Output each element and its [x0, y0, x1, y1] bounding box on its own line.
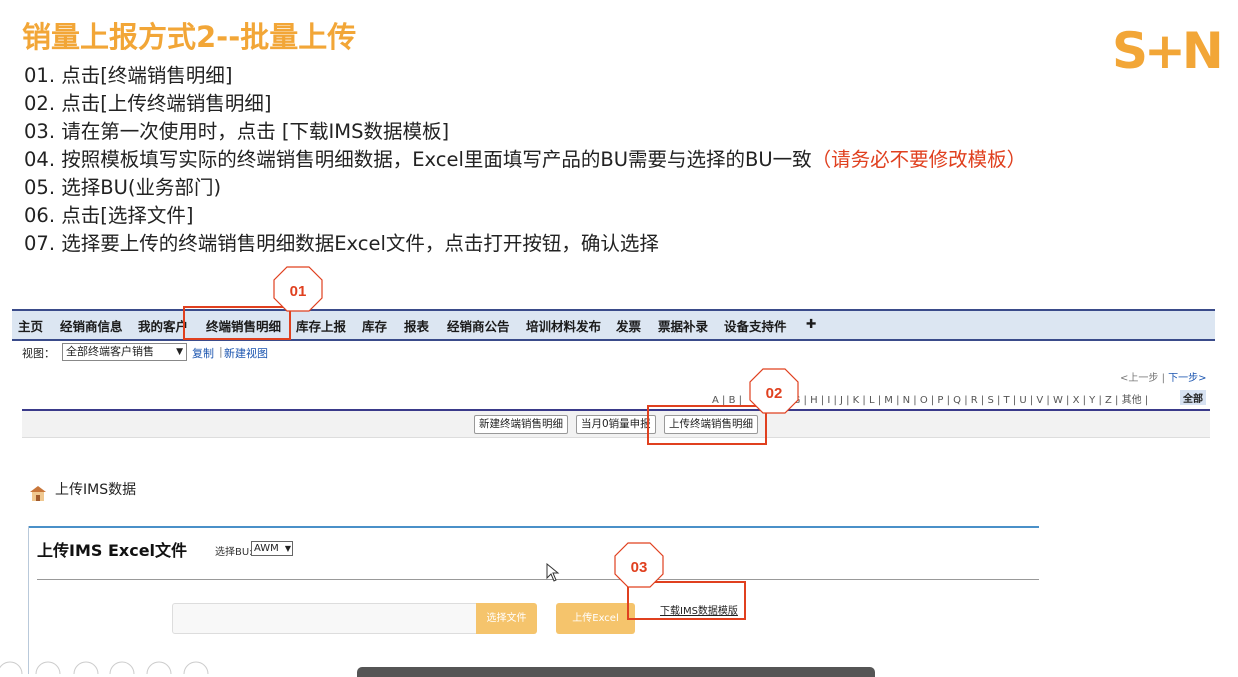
- step-6: 06. 点击[选择文件]: [24, 204, 194, 227]
- callout-03: 03: [614, 542, 664, 588]
- brand-logo: S+N: [1112, 22, 1224, 80]
- panel-left-border: [28, 526, 29, 674]
- nav-bill-supplement[interactable]: 票据补录: [658, 316, 708, 335]
- nav-inventory[interactable]: 库存: [362, 316, 387, 335]
- view-select[interactable]: 全部终端客户销售 ▼: [62, 343, 187, 361]
- nav-my-customers[interactable]: 我的客户: [138, 316, 188, 335]
- panel-top-border: [28, 526, 1039, 528]
- view-select-value: 全部终端客户销售: [66, 345, 154, 358]
- bu-select[interactable]: AWM ▼: [251, 541, 293, 556]
- pager-next[interactable]: 下一步>: [1168, 373, 1206, 384]
- nav-announcements[interactable]: 经销商公告: [447, 316, 510, 335]
- pager-prev[interactable]: <上一步: [1120, 373, 1158, 384]
- presentation-toolbar[interactable]: [0, 660, 215, 674]
- nav-reports[interactable]: 报表: [404, 316, 429, 335]
- nav-training-materials[interactable]: 培训材料发布: [526, 316, 601, 335]
- callout-03-label: 03: [631, 559, 648, 576]
- callout-02: 02: [749, 368, 799, 414]
- view-link-separator: |: [219, 345, 223, 358]
- alphabet-filter-all[interactable]: 全部: [1180, 390, 1206, 405]
- step-3: 03. 请在第一次使用时，点击 [下载IMS数据模板]: [24, 120, 450, 143]
- upload-excel-button[interactable]: 上传Excel: [556, 603, 635, 634]
- nav-add-tab-icon[interactable]: ✚: [806, 316, 816, 331]
- copy-view-link[interactable]: 复制: [192, 345, 214, 361]
- step-7: 07. 选择要上传的终端销售明细数据Excel文件，点击打开按钮，确认选择: [24, 232, 659, 255]
- upload-panel-title: 上传IMS Excel文件: [37, 541, 188, 560]
- chevron-down-icon: ▼: [176, 347, 183, 357]
- nav-inventory-report[interactable]: 库存上报: [296, 316, 346, 335]
- nav-equipment-parts[interactable]: 设备支持件: [724, 316, 787, 335]
- mouse-cursor-icon: [546, 563, 560, 582]
- callout-01-label: 01: [290, 283, 307, 300]
- bottom-overlay-bar: [357, 667, 875, 677]
- house-icon: [30, 486, 46, 501]
- nav-distributor-info[interactable]: 经销商信息: [60, 316, 123, 335]
- bu-select-value: AWM: [254, 543, 279, 554]
- callout-01: 01: [273, 266, 323, 312]
- new-view-link[interactable]: 新建视图: [224, 345, 268, 361]
- nav-home[interactable]: 主页: [18, 316, 43, 335]
- step-4-text: 04. 按照模板填写实际的终端销售明细数据，Excel里面填写产品的BU需要与选…: [24, 148, 812, 171]
- pager: <上一步 | 下一步>: [1120, 369, 1207, 384]
- view-label: 视图：: [22, 347, 55, 360]
- upload-ims-heading: 上传IMS数据: [55, 482, 137, 498]
- bu-label: 选择BU:: [215, 547, 253, 558]
- step-4: 04. 按照模板填写实际的终端销售明细数据，Excel里面填写产品的BU需要与选…: [24, 143, 1026, 172]
- slide-title: 销量上报方式2--批量上传: [22, 20, 357, 54]
- step-5: 05. 选择BU(业务部门): [24, 176, 222, 199]
- chevron-down-icon: ▼: [284, 544, 291, 553]
- step-2: 02. 点击[上传终端销售明细]: [24, 92, 272, 115]
- choose-file-button[interactable]: 选择文件: [476, 603, 537, 634]
- callout-02-label: 02: [766, 385, 783, 402]
- new-terminal-sales-button[interactable]: 新建终端销售明细: [474, 415, 568, 434]
- nav-invoices[interactable]: 发票: [616, 316, 641, 335]
- step-4-warning: （请务必不要修改模板）: [811, 148, 1027, 171]
- panel-divider: [37, 579, 1039, 580]
- step-1: 01. 点击[终端销售明细]: [24, 64, 233, 87]
- file-path-input[interactable]: [172, 603, 480, 634]
- pager-sep: |: [1161, 373, 1165, 384]
- zero-sales-report-button[interactable]: 当月0销量申报: [576, 415, 656, 434]
